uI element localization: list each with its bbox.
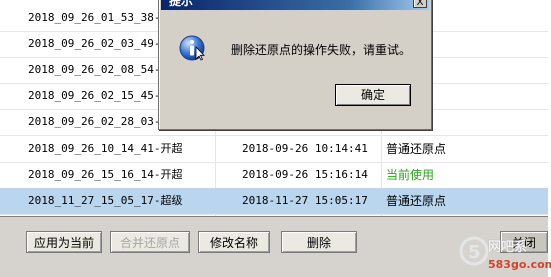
rename-button[interactable]: 修改名称: [198, 231, 270, 253]
restore-point-status: 普通还原点: [386, 194, 447, 208]
merge-restore-points-button[interactable]: 合并还原点: [110, 231, 190, 253]
table-row-selected[interactable]: 2018_11_27_15_05_17-超级 2018-11-27 15:05:…: [0, 188, 548, 215]
watermark-url: 583go.com: [488, 258, 551, 271]
restore-point-status: 当前使用: [386, 168, 435, 182]
error-dialog: 提示 X 删除还原点的操作失败，请重试。 确定: [158, 0, 432, 130]
restore-point-time: 2018-09-26 15:16:14: [242, 168, 368, 181]
restore-point-time: 2018-11-27 15:05:17: [242, 194, 368, 207]
info-icon: [179, 35, 205, 61]
restore-point-name: 2018_11_27_15_05_17-超级: [28, 194, 183, 207]
delete-button[interactable]: 删除: [281, 231, 357, 253]
table-row[interactable]: 2018_09_26_15_16_14-开超 2018-09-26 15:16:…: [0, 162, 548, 189]
watermark-text: 网吧系: [488, 240, 528, 255]
restore-point-name: 2018_09_26_15_16_14-开超: [28, 168, 183, 181]
dialog-title: 提示: [169, 0, 194, 8]
svg-text:5: 5: [468, 242, 481, 263]
table-row[interactable]: 2018_09_26_10_14_41-开超 2018-09-26 10:14:…: [0, 136, 548, 163]
restore-point-name: 2018_09_26_10_14_41-开超: [28, 142, 183, 155]
dialog-message: 删除还原点的操作失败，请重试。: [231, 43, 412, 57]
restore-point-status: 普通还原点: [386, 142, 447, 156]
dialog-title-bar[interactable]: 提示 X: [161, 0, 429, 10]
dialog-close-button[interactable]: X: [413, 0, 427, 8]
restore-point-time: 2018-09-26 10:14:41: [242, 142, 368, 155]
apply-current-button[interactable]: 应用为当前: [26, 231, 102, 253]
ok-button[interactable]: 确定: [335, 84, 411, 106]
